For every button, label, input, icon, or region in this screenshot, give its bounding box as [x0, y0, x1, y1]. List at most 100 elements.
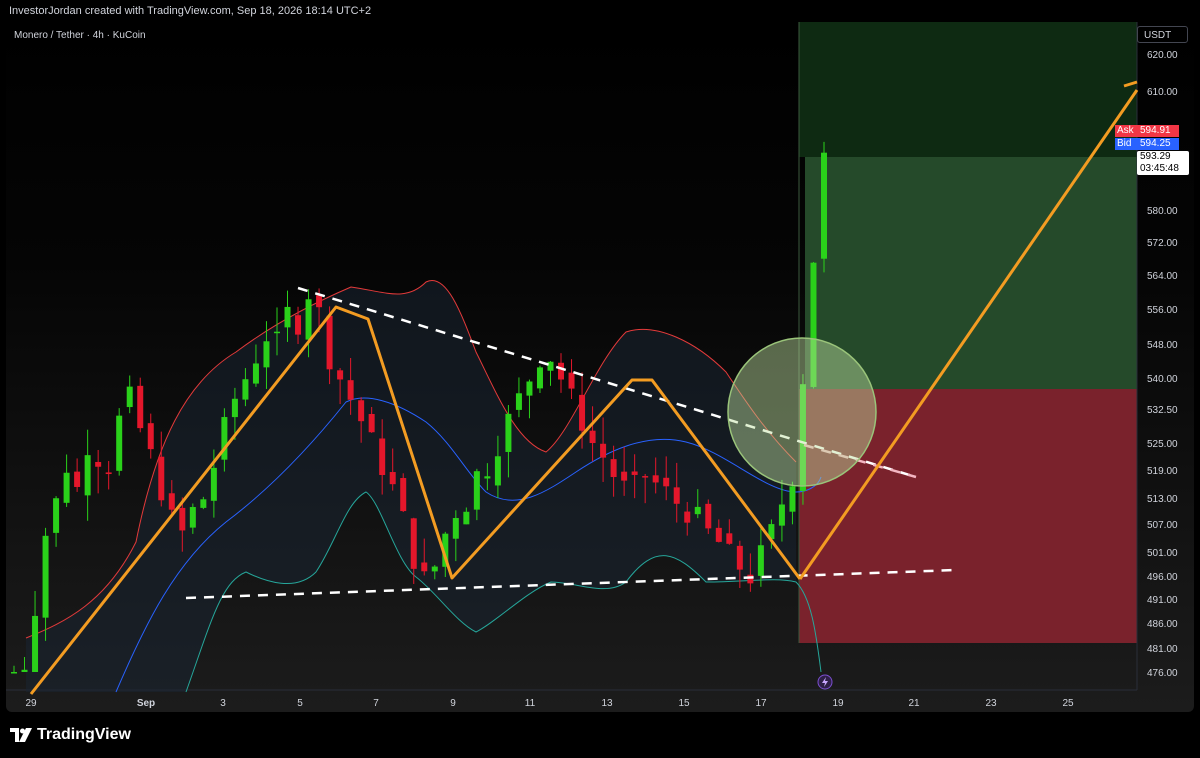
candle-up[interactable]: [189, 507, 196, 528]
candle-down[interactable]: [316, 295, 323, 308]
candle-up[interactable]: [778, 504, 785, 526]
candle-up[interactable]: [305, 299, 312, 340]
target-zone[interactable]: [805, 157, 1137, 389]
candle-down[interactable]: [579, 394, 586, 431]
candle-up[interactable]: [53, 498, 60, 533]
time-tick-label: 19: [832, 698, 844, 709]
candle-up[interactable]: [42, 535, 49, 618]
last-price: 593.29: [1140, 151, 1171, 162]
candle-up[interactable]: [536, 367, 543, 389]
candle-down[interactable]: [105, 472, 112, 475]
candle-down[interactable]: [568, 372, 575, 389]
candle-down[interactable]: [158, 456, 165, 501]
candle-down[interactable]: [558, 362, 565, 380]
candle-down[interactable]: [736, 545, 743, 570]
candle-down[interactable]: [368, 413, 375, 433]
currency-button[interactable]: USDT: [1137, 26, 1188, 43]
price-tick-label: 580.00: [1147, 206, 1178, 217]
ask-price-tag: 594.91: [1137, 125, 1179, 137]
candle-up[interactable]: [515, 393, 522, 410]
bollinger-fill: [26, 280, 796, 692]
candle-up[interactable]: [526, 381, 533, 396]
symbol-title: Monero / Tether · 4h · KuCoin: [14, 30, 146, 41]
candle-down[interactable]: [295, 315, 302, 335]
candle-down[interactable]: [326, 315, 333, 370]
time-tick-label: 23: [985, 698, 997, 709]
ask-label: Ask: [1115, 125, 1137, 137]
candle-down[interactable]: [621, 471, 628, 481]
candle-up[interactable]: [547, 361, 554, 371]
candle-up[interactable]: [821, 152, 827, 259]
candle-up[interactable]: [63, 472, 70, 503]
tradingview-brand[interactable]: TradingView: [10, 726, 131, 744]
candle-down[interactable]: [589, 430, 596, 444]
candle-down[interactable]: [168, 493, 175, 510]
candle-up[interactable]: [263, 341, 270, 368]
candle-down[interactable]: [137, 385, 144, 429]
price-tick-label: 501.00: [1147, 548, 1178, 559]
candle-up[interactable]: [473, 471, 480, 510]
candle-down[interactable]: [684, 511, 691, 523]
candle-up[interactable]: [505, 413, 512, 452]
time-tick-label: 15: [678, 698, 690, 709]
candle-up[interactable]: [284, 306, 291, 328]
candle-down[interactable]: [337, 370, 344, 380]
candle-up[interactable]: [200, 499, 207, 508]
price-tick-label: 525.00: [1147, 439, 1178, 450]
candle-up[interactable]: [84, 455, 91, 496]
candle-down[interactable]: [600, 443, 607, 458]
candle-down[interactable]: [147, 423, 154, 450]
candle-down[interactable]: [347, 380, 354, 400]
candle-down[interactable]: [400, 478, 407, 512]
chart-pane[interactable]: 620.00 610.00 580.00 572.00 564.00 556.00 548.…: [6, 22, 1194, 712]
candle-down[interactable]: [642, 476, 649, 478]
candle-down[interactable]: [715, 527, 722, 542]
candle-up[interactable]: [431, 566, 438, 572]
price-tick-label: 620.00: [1147, 50, 1178, 61]
candle-down[interactable]: [421, 562, 428, 572]
candle-up[interactable]: [32, 615, 39, 672]
candle-up[interactable]: [11, 672, 17, 674]
candle-down[interactable]: [705, 503, 712, 529]
candle-up[interactable]: [242, 379, 249, 400]
candle-up[interactable]: [252, 363, 259, 384]
candle-down[interactable]: [95, 461, 102, 467]
candle-down[interactable]: [389, 472, 396, 485]
price-tick-label: 496.00: [1147, 572, 1178, 583]
candle-up[interactable]: [789, 486, 796, 512]
candle-down[interactable]: [74, 471, 81, 487]
candle-down[interactable]: [726, 533, 733, 544]
time-axis[interactable]: 29 Sep 3 5 7 9 11 13 15 17 19 21 23 25: [25, 698, 1074, 709]
breakout-highlight-circle[interactable]: [727, 337, 877, 487]
candle-up[interactable]: [231, 398, 238, 418]
candle-up[interactable]: [757, 545, 764, 576]
candle-down[interactable]: [379, 438, 386, 476]
candle-down[interactable]: [747, 574, 754, 584]
candle-up[interactable]: [210, 467, 217, 501]
candle-down[interactable]: [179, 507, 186, 531]
candle-down[interactable]: [410, 518, 417, 569]
candle-up[interactable]: [21, 669, 28, 672]
price-tick-label: 491.00: [1147, 595, 1178, 606]
candle-down[interactable]: [652, 475, 659, 483]
candle-up[interactable]: [452, 518, 459, 539]
candle-up[interactable]: [116, 415, 123, 471]
candle-up[interactable]: [694, 506, 701, 515]
target-zone-upper[interactable]: [799, 22, 1137, 157]
price-tick-label: 507.00: [1147, 520, 1178, 531]
price-chart[interactable]: 620.00 610.00 580.00 572.00 564.00 556.00 548.…: [6, 22, 1194, 712]
candle-down[interactable]: [663, 477, 670, 487]
author-credit: InvestorJordan created with TradingView.…: [9, 5, 372, 17]
candle-up[interactable]: [273, 331, 280, 334]
candle-up[interactable]: [463, 511, 470, 525]
time-tick-label: 3: [220, 698, 226, 709]
top-credit-bar: InvestorJordan created with TradingView.…: [0, 0, 1200, 22]
last-price-tag: 593.29 03:45:48: [1137, 151, 1189, 175]
candle-up[interactable]: [494, 456, 501, 486]
candle-down[interactable]: [631, 471, 638, 475]
candle-up[interactable]: [126, 386, 133, 408]
candle-down[interactable]: [358, 400, 365, 422]
candle-down[interactable]: [610, 459, 617, 478]
candle-down[interactable]: [673, 487, 680, 504]
candle-up[interactable]: [484, 476, 491, 479]
